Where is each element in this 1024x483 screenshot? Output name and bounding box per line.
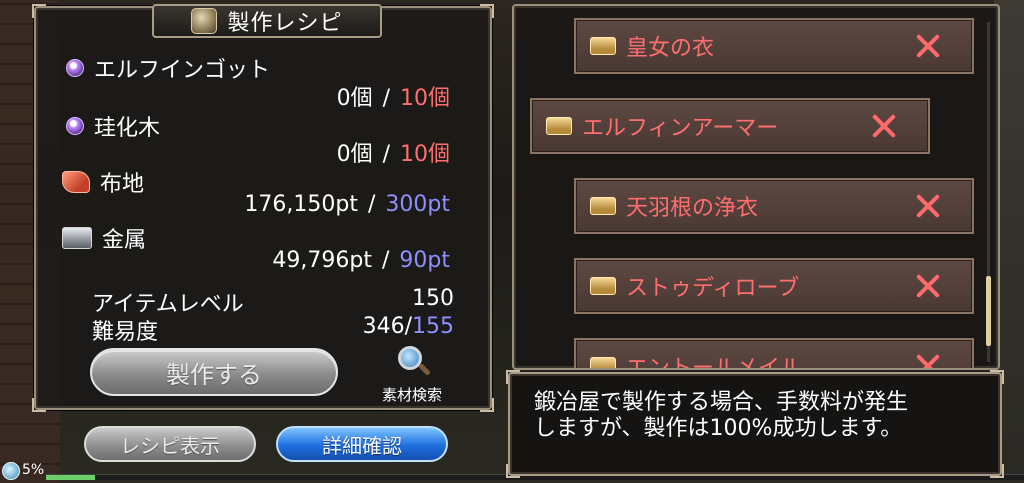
- list-item[interactable]: 天羽根の浄衣: [574, 178, 974, 234]
- material-count: 0個 / 10個: [337, 136, 450, 168]
- recipe-list-panel: 皇女の衣 エルフィンアーマー 天羽根の浄衣 ストゥディローブ エントールメイル: [512, 4, 1000, 370]
- panel-corner: [480, 398, 494, 412]
- scroll-icon: [590, 197, 616, 215]
- separator: /: [367, 192, 376, 217]
- panel-title-bar: 製作レシピ: [152, 4, 382, 38]
- difficulty-value: 346/: [362, 314, 412, 339]
- material-need: 10個: [400, 86, 450, 111]
- separator: /: [382, 86, 390, 111]
- list-item[interactable]: 皇女の衣: [574, 18, 974, 74]
- list-item-name: 皇女の衣: [626, 36, 715, 61]
- list-item-name: エルフィンアーマー: [582, 116, 779, 141]
- list-item-selected[interactable]: エルフィンアーマー: [530, 98, 930, 154]
- progress-icon: [2, 462, 20, 480]
- panel-corner: [32, 4, 46, 18]
- material-row: エルフインゴット: [62, 52, 270, 84]
- recipe-panel: 製作レシピ エルフインゴット 0個 / 10個 珪化木 0個 / 10個 布地 176,…: [32, 4, 494, 412]
- panel-corner: [506, 370, 520, 384]
- panel-title: 製作レシピ: [227, 11, 343, 36]
- cloth-icon: [62, 171, 90, 193]
- material-name: 珪化木: [94, 116, 161, 141]
- craft-button[interactable]: 製作する: [90, 348, 338, 396]
- separator: /: [381, 248, 390, 273]
- scroll-icon: [590, 357, 616, 368]
- list-item-name: ストゥディローブ: [626, 276, 800, 301]
- scroll-icon: [546, 117, 572, 135]
- close-icon[interactable]: [914, 32, 942, 60]
- material-need: 90pt: [399, 248, 450, 273]
- scroll-icon: [590, 277, 616, 295]
- list-item[interactable]: エントールメイル: [574, 338, 974, 370]
- material-have: 49,796pt: [272, 248, 372, 273]
- material-name: エルフインゴット: [94, 58, 271, 83]
- close-icon[interactable]: [870, 112, 898, 140]
- list-item-name: エントールメイル: [626, 356, 803, 370]
- panel-corner: [990, 464, 1004, 478]
- material-row: 珪化木: [62, 110, 160, 142]
- material-count: 176,150pt / 300pt: [244, 192, 450, 217]
- progress-fill: [46, 475, 95, 480]
- material-search-label: 素材検索: [381, 386, 442, 404]
- panel-corner: [480, 4, 494, 18]
- material-count: 49,796pt / 90pt: [272, 248, 450, 273]
- message-box: 鍛冶屋で製作する場合、手数料が発生 しますが、製作は100%成功します。: [506, 370, 1004, 478]
- progress-percent: 5%: [22, 462, 45, 478]
- metal-icon: [62, 227, 92, 249]
- panel-corner: [506, 464, 520, 478]
- message-line: しますが、製作は100%成功します。: [534, 416, 903, 441]
- material-count: 0個 / 10個: [337, 80, 450, 112]
- list-item-name: 天羽根の浄衣: [626, 196, 759, 221]
- difficulty-row: 難易度 346/155: [92, 314, 454, 346]
- search-icon: [394, 344, 431, 380]
- recipe-book-icon: [191, 8, 218, 34]
- panel-corner: [990, 370, 1004, 384]
- scrollbar-thumb[interactable]: [986, 276, 991, 346]
- material-row: 金属: [62, 222, 146, 254]
- material-row: 布地: [62, 166, 144, 198]
- material-have: 0個: [336, 86, 373, 111]
- material-need: 10個: [400, 142, 450, 167]
- material-have: 0個: [336, 142, 373, 167]
- detail-confirm-button[interactable]: 詳細確認: [276, 426, 448, 462]
- orb-icon: [66, 117, 84, 135]
- message-line: 鍛冶屋で製作する場合、手数料が発生: [534, 390, 909, 415]
- difficulty-value-wrap: 346/155: [363, 314, 454, 346]
- separator: /: [382, 142, 390, 167]
- show-recipe-button[interactable]: レシピ表示: [84, 426, 256, 462]
- difficulty-label: 難易度: [92, 320, 159, 345]
- material-have: 176,150pt: [244, 192, 358, 217]
- scroll-icon: [590, 37, 616, 55]
- material-need: 300pt: [385, 192, 450, 217]
- material-name: 布地: [100, 172, 145, 197]
- close-icon[interactable]: [914, 192, 942, 220]
- orb-icon: [66, 59, 84, 77]
- difficulty-max: 155: [412, 314, 454, 339]
- panel-corner: [32, 398, 46, 412]
- material-name: 金属: [102, 228, 147, 253]
- material-search-button[interactable]: 素材検索: [372, 344, 452, 405]
- close-icon[interactable]: [914, 352, 942, 368]
- list-item[interactable]: ストゥディローブ: [574, 258, 974, 314]
- close-icon[interactable]: [914, 272, 942, 300]
